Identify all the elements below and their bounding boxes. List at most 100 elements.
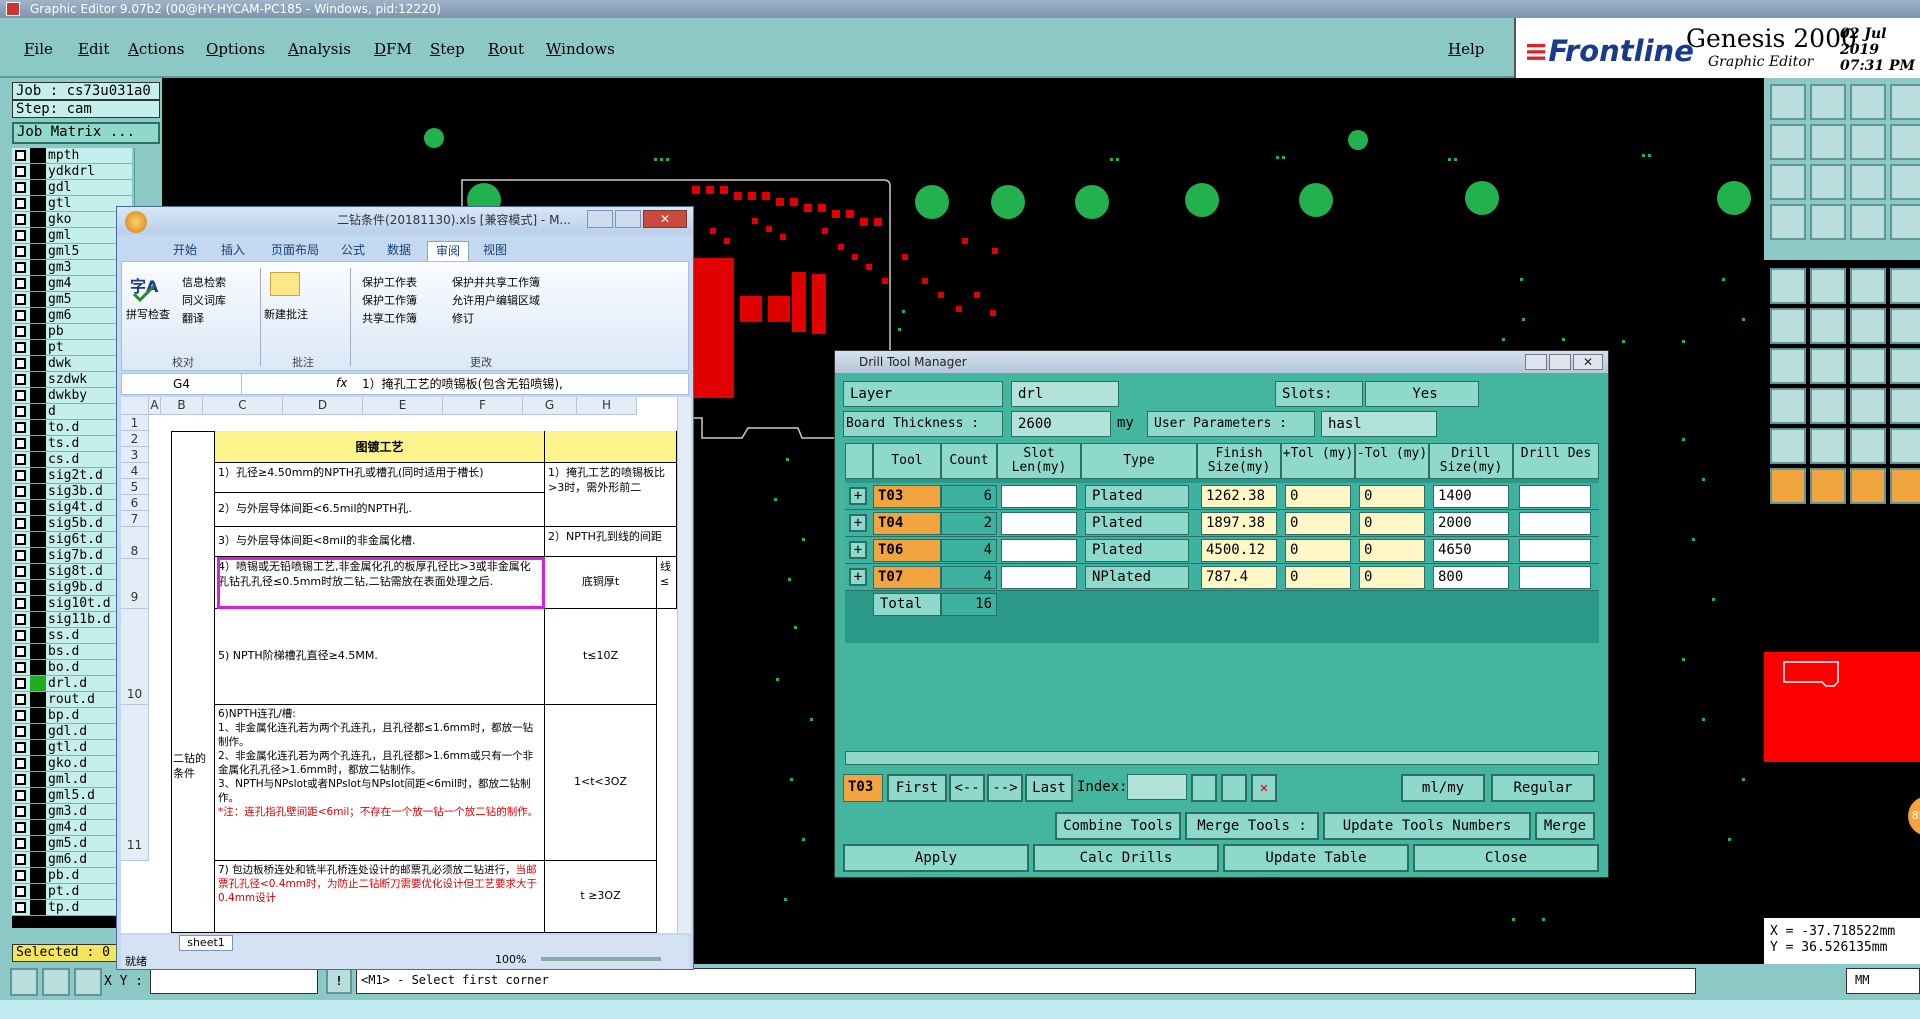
layer-checkbox[interactable] bbox=[15, 710, 26, 721]
connect-icon[interactable] bbox=[1770, 308, 1806, 344]
net-icon[interactable] bbox=[1890, 308, 1920, 344]
tab-insert[interactable]: 插入 bbox=[213, 241, 253, 261]
minus-tol-input[interactable]: 0 bbox=[1359, 539, 1425, 562]
layer-color-swatch[interactable] bbox=[30, 820, 46, 835]
layer-item[interactable]: bp.d bbox=[12, 708, 132, 724]
expand-icon[interactable]: + bbox=[849, 514, 867, 532]
layer-color-swatch[interactable] bbox=[30, 900, 46, 915]
layer-color-swatch[interactable] bbox=[30, 660, 46, 675]
layer-item[interactable]: gm6.d bbox=[12, 852, 132, 868]
layer-checkbox[interactable] bbox=[15, 886, 26, 897]
layer-color-swatch[interactable] bbox=[30, 404, 46, 419]
layer-color-swatch[interactable] bbox=[30, 628, 46, 643]
layer-checkbox[interactable] bbox=[15, 870, 26, 881]
layer-checkbox[interactable] bbox=[15, 150, 26, 161]
drill-des-input[interactable] bbox=[1519, 539, 1591, 562]
protect-sheet-button[interactable]: 保护工作表 bbox=[362, 274, 417, 290]
layer-checkbox[interactable] bbox=[15, 758, 26, 769]
row-header[interactable]: 7 bbox=[121, 511, 149, 527]
layer-item[interactable]: gm3 bbox=[12, 260, 132, 276]
xy-input[interactable] bbox=[150, 968, 318, 994]
tab-view[interactable]: 视图 bbox=[475, 241, 515, 261]
layer-item[interactable]: gtl bbox=[12, 196, 132, 212]
layer-checkbox[interactable] bbox=[15, 326, 26, 337]
research-button[interactable]: 信息检索 bbox=[182, 274, 226, 290]
share-workbook-button[interactable]: 共享工作簿 bbox=[362, 310, 417, 326]
layer-item[interactable]: gdl bbox=[12, 180, 132, 196]
layer-checkbox[interactable] bbox=[15, 582, 26, 593]
redraw-icon[interactable] bbox=[1890, 164, 1920, 200]
last-button[interactable]: Last bbox=[1025, 774, 1073, 802]
slot-len-input[interactable] bbox=[1001, 512, 1077, 535]
maximize-button[interactable] bbox=[1549, 354, 1571, 370]
layer-checkbox[interactable] bbox=[15, 262, 26, 273]
layer-color-swatch[interactable] bbox=[30, 740, 46, 755]
zoom-back-icon[interactable] bbox=[1810, 84, 1846, 120]
search-icon[interactable] bbox=[1191, 774, 1217, 802]
prev-button[interactable]: <-- bbox=[949, 774, 985, 802]
cell-g3[interactable]: 1）掩孔工艺的喷锡板比>3时，需外形前二 bbox=[545, 463, 677, 527]
layer-checkbox[interactable] bbox=[15, 790, 26, 801]
layer-item[interactable]: gml5 bbox=[12, 244, 132, 260]
spreadsheet-grid[interactable]: A B C D E F G H 1 2 3 4 5 6 7 8 9 10 11 … bbox=[121, 397, 677, 933]
zoom-level[interactable]: 100% bbox=[495, 953, 526, 966]
layer-item[interactable]: gml bbox=[12, 228, 132, 244]
layer-color-swatch[interactable] bbox=[30, 596, 46, 611]
layer-item[interactable]: sig7b.d bbox=[12, 548, 132, 564]
col-header-d[interactable]: D bbox=[283, 397, 363, 415]
finish-size-input[interactable]: 787.4 bbox=[1201, 566, 1277, 589]
cell-c5[interactable]: 2）与外层导体间距<6.5mil的NPTH孔. bbox=[215, 493, 545, 527]
layer-item[interactable]: cs.d bbox=[12, 452, 132, 468]
slot-len-input[interactable] bbox=[1001, 485, 1077, 508]
col-header-c[interactable]: C bbox=[203, 397, 283, 415]
layer-checkbox[interactable] bbox=[15, 342, 26, 353]
type-select[interactable]: Plated bbox=[1085, 485, 1189, 508]
layer-checkbox[interactable] bbox=[15, 438, 26, 449]
update-table-button[interactable]: Update Table bbox=[1223, 844, 1409, 872]
layer-item[interactable]: gml.d bbox=[12, 772, 132, 788]
plus-tol-input[interactable]: 0 bbox=[1285, 485, 1351, 508]
layer-item[interactable]: sig3b.d bbox=[12, 484, 132, 500]
layer-item[interactable]: rout.d bbox=[12, 692, 132, 708]
layer-color-swatch[interactable] bbox=[30, 292, 46, 307]
layer-item[interactable]: drl.d bbox=[12, 676, 132, 692]
name-box[interactable]: G4 bbox=[122, 374, 242, 394]
layer-item[interactable]: gm4 bbox=[12, 276, 132, 292]
pan-left-icon[interactable] bbox=[1770, 124, 1806, 160]
layer-color-swatch[interactable] bbox=[30, 148, 46, 163]
layer-checkbox[interactable] bbox=[15, 454, 26, 465]
layer-item[interactable]: sig11b.d bbox=[12, 612, 132, 628]
cell-h9[interactable]: 线≤ bbox=[657, 557, 677, 609]
cell-c12[interactable]: 7) 包边板桥连处和铣半孔桥连处设计的邮票孔必须放二钻进行，当邮票孔孔径<0.4… bbox=[215, 861, 545, 933]
cell-g11[interactable]: 1<t<3OZ bbox=[545, 705, 657, 861]
layer-item[interactable]: sig4t.d bbox=[12, 500, 132, 516]
col-header-b[interactable]: B bbox=[161, 397, 203, 415]
layer-color-swatch[interactable] bbox=[30, 724, 46, 739]
draw-icon[interactable] bbox=[10, 968, 38, 996]
line-icon[interactable] bbox=[1810, 348, 1846, 384]
pointer-snap-icon[interactable] bbox=[1890, 468, 1920, 504]
layer-item[interactable]: gko.d bbox=[12, 756, 132, 772]
layer-checkbox[interactable] bbox=[15, 198, 26, 209]
minus-tol-input[interactable]: 0 bbox=[1359, 485, 1425, 508]
layer-item[interactable]: bs.d bbox=[12, 644, 132, 660]
ruler-icon[interactable] bbox=[1850, 268, 1886, 304]
spell-check-icon[interactable]: 字A bbox=[128, 272, 160, 304]
select-mode-icon[interactable] bbox=[1770, 268, 1806, 304]
layer-checkbox[interactable] bbox=[15, 550, 26, 561]
menu-actions[interactable]: Actions bbox=[128, 40, 184, 58]
layer-item[interactable]: sig9b.d bbox=[12, 580, 132, 596]
filter-icon[interactable] bbox=[1221, 774, 1247, 802]
cross-icon[interactable] bbox=[1810, 308, 1846, 344]
layer-checkbox[interactable] bbox=[15, 566, 26, 577]
snap-icon[interactable] bbox=[1770, 204, 1806, 240]
layer-item[interactable]: sig2t.d bbox=[12, 468, 132, 484]
close-button[interactable]: ✕ bbox=[643, 210, 687, 228]
layer-color-swatch[interactable] bbox=[30, 340, 46, 355]
home-icon[interactable] bbox=[1850, 84, 1886, 120]
layer-item[interactable]: pb.d bbox=[12, 868, 132, 884]
layer-color-swatch[interactable] bbox=[30, 356, 46, 371]
layer-item[interactable]: gm5 bbox=[12, 292, 132, 308]
header-cell[interactable]: 图镀工艺 bbox=[215, 431, 545, 463]
layer-checkbox[interactable] bbox=[15, 518, 26, 529]
